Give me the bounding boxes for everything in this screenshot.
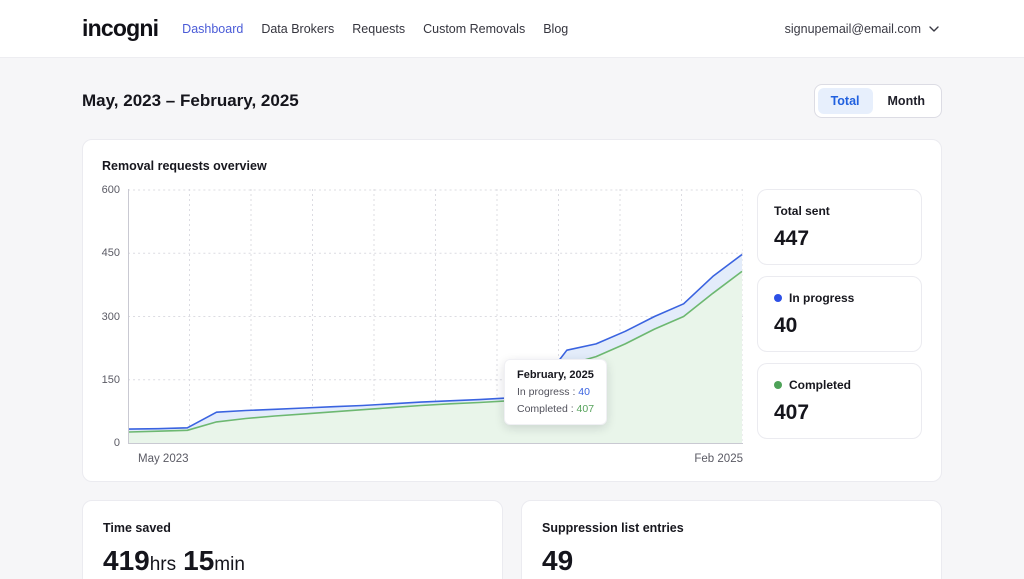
incogni-logo[interactable]: incogni: [82, 15, 158, 42]
total-sent-label: Total sent: [774, 204, 905, 218]
removal-requests-card: Removal requests overview 0150300450600 …: [82, 139, 942, 482]
in-progress-label-row: In progress: [774, 291, 905, 305]
time-saved-label: Time saved: [103, 521, 482, 535]
x-axis: May 2023 Feb 2025: [128, 453, 743, 465]
y-axis-tick: 300: [102, 311, 120, 323]
time-saved-minutes-unit: min: [214, 554, 245, 575]
nav-item-custom-removals[interactable]: Custom Removals: [423, 22, 525, 36]
x-axis-label-start: May 2023: [138, 453, 189, 465]
view-toggle: Total Month: [814, 84, 942, 118]
chart-svg: [128, 189, 743, 444]
in-progress-label: In progress: [789, 291, 854, 305]
account-email: signupemail@email.com: [785, 22, 921, 36]
completed-label-row: Completed: [774, 378, 905, 392]
time-saved-hours-unit: hrs: [150, 554, 176, 575]
main-nav: Dashboard Data Brokers Requests Custom R…: [182, 22, 568, 36]
completed-value: 407: [774, 401, 905, 425]
page-header: May, 2023 – February, 2025 Total Month: [82, 84, 942, 118]
y-axis-tick: 150: [102, 374, 120, 386]
completed-card: Completed 407: [757, 363, 922, 439]
completed-label: Completed: [789, 378, 851, 392]
time-saved-value: 419hrs 15min: [103, 545, 482, 577]
bottom-cards-row: Time saved 419hrs 15min Suppression list …: [82, 500, 942, 579]
y-axis-tick: 0: [114, 437, 120, 449]
suppression-list-value: 49: [542, 545, 921, 577]
nav-item-dashboard[interactable]: Dashboard: [182, 22, 243, 36]
dashboard-content: May, 2023 – February, 2025 Total Month R…: [0, 58, 1024, 579]
chart-body: 0150300450600 February, 2025 In progress…: [102, 189, 922, 465]
y-axis-tick: 450: [102, 247, 120, 259]
account-menu[interactable]: signupemail@email.com: [785, 22, 940, 36]
time-saved-card: Time saved 419hrs 15min: [82, 500, 503, 579]
suppression-list-card: Suppression list entries 49: [521, 500, 942, 579]
date-range-title: May, 2023 – February, 2025: [82, 91, 299, 111]
nav-item-blog[interactable]: Blog: [543, 22, 568, 36]
nav-item-data-brokers[interactable]: Data Brokers: [261, 22, 334, 36]
total-toggle-button[interactable]: Total: [818, 88, 873, 114]
time-saved-minutes: 15: [183, 545, 214, 576]
chart-title: Removal requests overview: [102, 159, 922, 173]
total-sent-value: 447: [774, 227, 905, 251]
time-saved-hours: 419: [103, 545, 150, 576]
chart-plot[interactable]: February, 2025 In progress : 40 Complete…: [128, 189, 743, 444]
chart-area: 0150300450600 February, 2025 In progress…: [102, 189, 743, 465]
x-axis-label-end: Feb 2025: [694, 453, 743, 465]
chevron-down-icon: [928, 25, 940, 33]
completed-dot-icon: [774, 381, 782, 389]
in-progress-dot-icon: [774, 294, 782, 302]
y-axis: 0150300450600: [102, 189, 128, 444]
in-progress-value: 40: [774, 314, 905, 338]
y-axis-tick: 600: [102, 184, 120, 196]
month-toggle-button[interactable]: Month: [875, 88, 938, 114]
top-navigation-bar: incogni Dashboard Data Brokers Requests …: [0, 0, 1024, 58]
suppression-list-label: Suppression list entries: [542, 521, 921, 535]
stats-column: Total sent 447 In progress 40 Completed: [757, 189, 922, 465]
nav-item-requests[interactable]: Requests: [352, 22, 405, 36]
in-progress-card: In progress 40: [757, 276, 922, 352]
total-sent-card: Total sent 447: [757, 189, 922, 265]
